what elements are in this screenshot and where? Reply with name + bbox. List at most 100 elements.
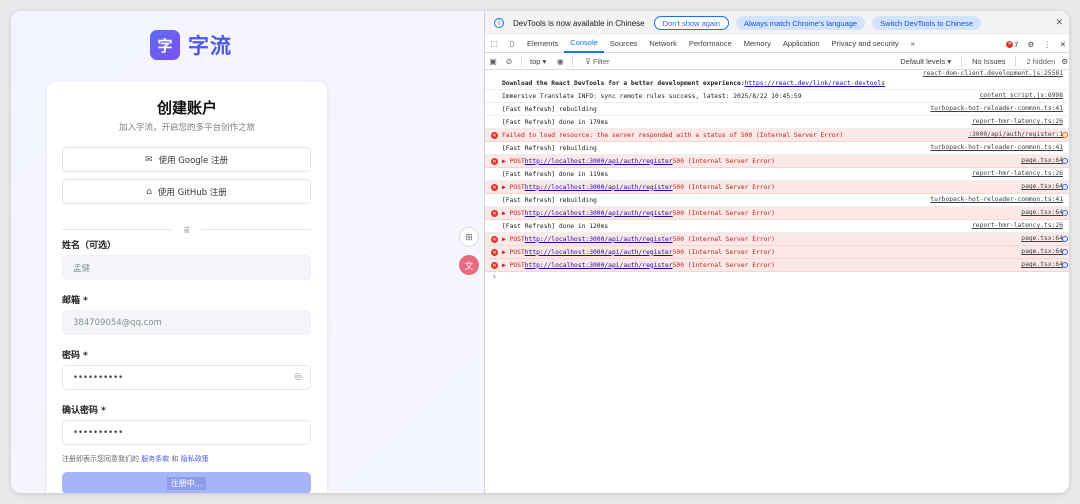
- log-message: [Fast Refresh] done in 119ms: [502, 170, 609, 178]
- request-url-link[interactable]: http://localhost:3000/api/auth/register: [525, 249, 673, 256]
- network-icon[interactable]: [1062, 262, 1068, 268]
- privacy-link[interactable]: 隐私政策: [181, 455, 209, 463]
- tab-network[interactable]: Network: [643, 35, 683, 53]
- source-link[interactable]: page.tsx:64: [1021, 209, 1063, 216]
- inspect-icon[interactable]: ⬚: [485, 39, 503, 48]
- console-settings-icon[interactable]: ⚙: [1061, 57, 1068, 66]
- console-prompt[interactable]: ›: [485, 272, 1069, 284]
- tab-performance[interactable]: Performance: [683, 35, 738, 53]
- console-error-row: ✕ ▶ POST http://localhost:3000/api/auth/r…: [485, 259, 1069, 272]
- confirm-password-field[interactable]: ••••••••••: [62, 420, 311, 445]
- expand-arrow[interactable]: ▶ POST: [502, 158, 525, 165]
- source-link[interactable]: content_script.js:6998: [980, 92, 1063, 99]
- expand-arrow[interactable]: ▶ POST: [502, 236, 525, 243]
- source-link[interactable]: turbopack-hot-reloader-common.ts:41: [930, 196, 1063, 203]
- network-icon[interactable]: [1062, 158, 1068, 164]
- devtools-tabbar: ⬚ ▯ Elements Console Sources Network Per…: [485, 35, 1069, 53]
- source-link[interactable]: page.tsx:64: [1021, 261, 1063, 268]
- source-link[interactable]: page.tsx:64: [1021, 183, 1063, 190]
- name-value: 孟健: [73, 263, 91, 274]
- password-field[interactable]: •••••••••• ◎: [62, 365, 311, 390]
- tab-application[interactable]: Application: [777, 35, 826, 53]
- source-link[interactable]: report-hmr-latency.ts:26: [972, 170, 1063, 177]
- source-link[interactable]: turbopack-hot-reloader-common.ts:41: [930, 144, 1063, 151]
- tab-elements[interactable]: Elements: [521, 35, 564, 53]
- switch-to-chinese-button[interactable]: Switch DevTools to Chinese: [872, 16, 982, 30]
- google-signup-button[interactable]: ✉ 使用 Google 注册: [62, 147, 311, 172]
- toolbar-separator: [521, 55, 522, 67]
- console-error-row: ✕ ▶ POST http://localhost:3000/api/auth/r…: [485, 181, 1069, 194]
- network-icon[interactable]: [1062, 132, 1068, 138]
- github-signup-label: 使用 GitHub 注册: [157, 187, 227, 198]
- qr-code-icon[interactable]: ⊞: [459, 227, 479, 247]
- page-title: 创建账户: [156, 99, 217, 117]
- device-toolbar-icon[interactable]: ▯: [503, 39, 521, 48]
- source-link[interactable]: :3000/api/auth/register:1: [968, 131, 1063, 138]
- source-link[interactable]: page.tsx:64: [1021, 157, 1063, 164]
- clear-console-icon[interactable]: ⊘: [501, 57, 517, 66]
- register-submit-button[interactable]: 注册中...: [62, 472, 311, 493]
- password-value: ••••••••••: [73, 372, 124, 383]
- source-link[interactable]: page.tsx:64: [1021, 235, 1063, 242]
- eye-icon[interactable]: ◎: [294, 372, 302, 382]
- request-url-link[interactable]: http://localhost:3000/api/auth/register: [525, 210, 673, 217]
- tab-console[interactable]: Console: [564, 35, 604, 53]
- tab-memory[interactable]: Memory: [738, 35, 777, 53]
- issues-label[interactable]: No Issues: [972, 57, 1005, 66]
- submit-label: 注册中...: [166, 476, 207, 490]
- tabbar-right: ✕ 7 ⚙ ⋮ ✕: [1006, 35, 1069, 53]
- expand-arrow[interactable]: ▶ POST: [502, 184, 525, 191]
- request-url-link[interactable]: http://localhost:3000/api/auth/register: [525, 262, 673, 269]
- source-link[interactable]: react-dom-client.development.js:25581: [923, 70, 1063, 77]
- eye-icon[interactable]: ◉: [552, 57, 568, 66]
- toolbar-separator: [961, 56, 963, 67]
- tab-sources[interactable]: Sources: [604, 35, 644, 53]
- source-link[interactable]: report-hmr-latency.ts:26: [972, 118, 1063, 125]
- github-signup-button[interactable]: ⌂ 使用 GitHub 注册: [62, 179, 311, 204]
- error-icon: ✕: [491, 236, 498, 243]
- devtools-panel: i DevTools is now available in Chinese D…: [484, 11, 1069, 493]
- network-icon[interactable]: [1062, 236, 1068, 242]
- terms-link[interactable]: 服务条款: [141, 455, 169, 463]
- more-options-icon[interactable]: ⋮: [1043, 40, 1051, 49]
- match-language-button[interactable]: Always match Chrome's language: [735, 16, 866, 30]
- expand-arrow[interactable]: ▶ POST: [502, 210, 525, 217]
- settings-gear-icon[interactable]: ⚙: [1027, 40, 1034, 49]
- more-tabs-icon[interactable]: »: [905, 35, 921, 53]
- expand-arrow[interactable]: ▶ POST: [502, 262, 525, 269]
- request-url-link[interactable]: https://react.dev/link/react-devtools: [745, 80, 885, 87]
- app-panel: 字 字流 创建账户 加入字流，开启您的多平台创作之旅 ✉ 使用 Google 注…: [11, 11, 484, 493]
- sidebar-toggle-icon[interactable]: ▣: [485, 57, 501, 66]
- error-count: 7: [1014, 39, 1019, 49]
- log-levels-dropdown[interactable]: Default levels ▾: [900, 57, 951, 66]
- request-url-link[interactable]: http://localhost:3000/api/auth/register: [525, 236, 673, 243]
- request-url-link[interactable]: http://localhost:3000/api/auth/register: [525, 184, 673, 191]
- context-selector[interactable]: top ▾: [530, 57, 546, 66]
- error-counter[interactable]: ✕ 7: [1006, 40, 1018, 49]
- request-url-link[interactable]: http://localhost:3000/api/auth/register: [525, 158, 673, 165]
- network-icon[interactable]: [1062, 249, 1068, 255]
- tab-privacy[interactable]: Privacy and security: [826, 35, 905, 53]
- source-link[interactable]: turbopack-hot-reloader-common.ts:41: [930, 105, 1063, 112]
- close-icon[interactable]: ✕: [1055, 17, 1063, 28]
- network-icon[interactable]: [1062, 184, 1068, 190]
- network-icon[interactable]: [1062, 210, 1068, 216]
- logo-icon: 字: [150, 30, 180, 60]
- log-message: [Fast Refresh] done in 179ms: [502, 118, 609, 126]
- log-message: [Fast Refresh] done in 120ms: [502, 222, 609, 230]
- filter-input[interactable]: ⊽ Filter: [585, 57, 609, 66]
- expand-arrow[interactable]: ▶ POST: [502, 249, 525, 256]
- terms-and: 和: [171, 455, 179, 463]
- password-label: 密码 *: [62, 351, 88, 361]
- close-devtools-icon[interactable]: ✕: [1060, 40, 1066, 49]
- or-divider: 或: [62, 224, 311, 234]
- email-label: 邮箱 *: [62, 296, 88, 306]
- dont-show-again-button[interactable]: Don't show again: [653, 16, 729, 30]
- name-field[interactable]: 孟健: [62, 255, 311, 280]
- translate-icon[interactable]: 文: [459, 255, 479, 275]
- email-field[interactable]: 384709054@qq.com: [62, 310, 311, 335]
- error-icon: ✕: [491, 132, 498, 139]
- source-link[interactable]: report-hmr-latency.ts:26: [972, 222, 1063, 229]
- source-link[interactable]: page.tsx:64: [1021, 248, 1063, 255]
- error-icon: ✕: [491, 158, 498, 165]
